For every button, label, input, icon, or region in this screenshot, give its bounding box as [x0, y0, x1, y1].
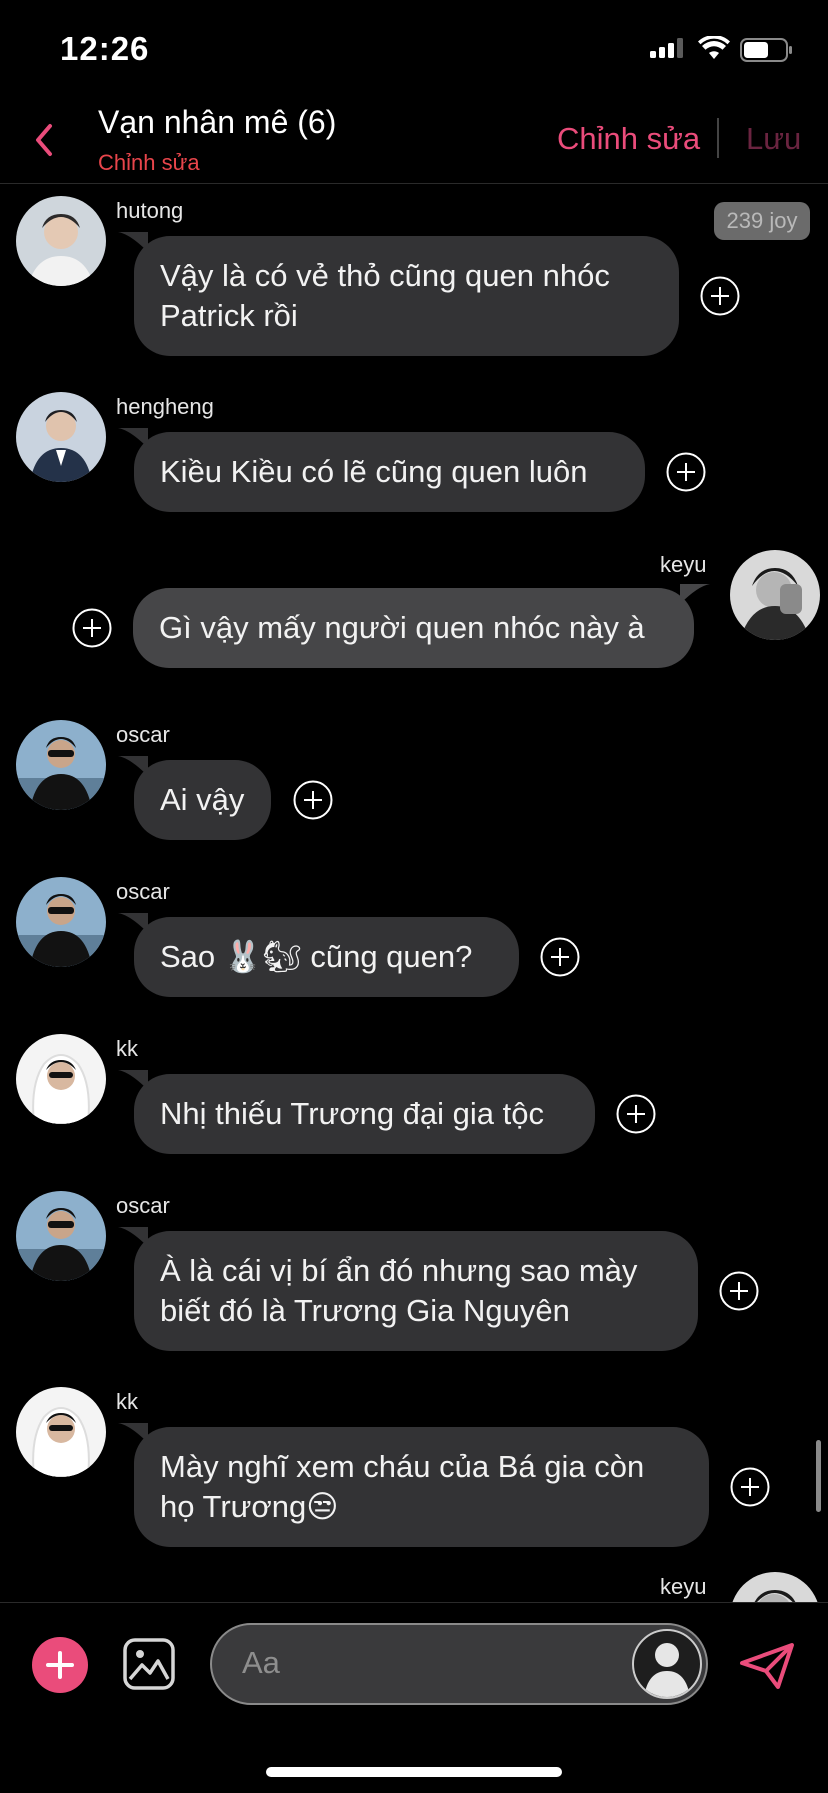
save-button[interactable]: Lưu [746, 121, 801, 157]
home-indicator[interactable] [266, 1767, 562, 1777]
chat-header: Vạn nhân mê (6) Chỉnh sửa Chỉnh sửa Lưu [0, 100, 828, 184]
message-bubble[interactable]: Gì vậy mấy người quen nhóc này à [133, 588, 694, 668]
sender-name: keyu [660, 1574, 707, 1599]
sender-name: kk [116, 1036, 138, 1061]
sender-name: oscar [116, 722, 170, 747]
plus-circle-icon[interactable] [719, 1271, 759, 1311]
status-bar: 12:26 [0, 0, 828, 100]
chat-title[interactable]: Vạn nhân mê (6) [98, 104, 336, 141]
plus-circle-icon[interactable] [730, 1467, 770, 1507]
message-bubble[interactable]: Mày nghĩ xem cháu của Bá gia còn họ Trươ… [134, 1427, 709, 1547]
edit-button[interactable]: Chỉnh sửa [557, 121, 700, 157]
joy-badge: 239 joy [714, 202, 810, 240]
sender-name: keyu [660, 552, 707, 577]
chat-subtitle[interactable]: Chỉnh sửa [98, 150, 200, 176]
message-bubble[interactable]: À là cái vị bí ẩn đó nhưng sao mày biết … [134, 1231, 698, 1351]
send-icon[interactable] [738, 1641, 796, 1691]
plus-circle-icon[interactable] [72, 608, 112, 648]
message-input[interactable]: Aa [210, 1623, 708, 1705]
sender-name: hengheng [116, 394, 214, 419]
message-bubble[interactable]: Vậy là có vẻ thỏ cũng quen nhóc Patrick … [134, 236, 679, 356]
message-bubble[interactable]: Nhị thiếu Trương đại gia tộc [134, 1074, 595, 1154]
avatar[interactable] [730, 550, 820, 640]
back-chevron-icon[interactable] [30, 120, 58, 160]
sender-name: oscar [116, 879, 170, 904]
image-icon[interactable] [122, 1637, 176, 1691]
plus-circle-icon[interactable] [293, 780, 333, 820]
message-bubble[interactable]: Sao 🐰🐿 cũng quen? [134, 917, 519, 997]
plus-circle-icon[interactable] [666, 452, 706, 492]
sender-name: kk [116, 1389, 138, 1414]
wifi-icon [698, 36, 730, 59]
input-placeholder: Aa [242, 1645, 280, 1680]
plus-circle-icon[interactable] [700, 276, 740, 316]
plus-circle-icon[interactable] [616, 1094, 656, 1134]
avatar[interactable] [16, 1034, 106, 1124]
message-list[interactable]: 239 joy hutong Vậy là có vẻ thỏ cũng que… [0, 184, 828, 1602]
scrollbar[interactable] [816, 1440, 821, 1512]
avatar[interactable] [16, 720, 106, 810]
plus-icon [46, 1651, 74, 1679]
avatar[interactable] [16, 1191, 106, 1281]
add-button[interactable] [32, 1637, 88, 1693]
composer-bar: Aa [0, 1602, 828, 1793]
divider [717, 118, 719, 158]
avatar[interactable] [16, 877, 106, 967]
status-time: 12:26 [60, 30, 150, 67]
signal-icon [650, 38, 683, 58]
avatar[interactable] [16, 1387, 106, 1477]
avatar[interactable] [16, 196, 106, 286]
sender-name: oscar [116, 1193, 170, 1218]
sender-name: hutong [116, 198, 184, 223]
plus-circle-icon[interactable] [540, 937, 580, 977]
avatar[interactable] [730, 1572, 820, 1602]
avatar[interactable] [16, 392, 106, 482]
battery-icon [740, 38, 792, 62]
profile-avatar-icon[interactable] [632, 1629, 702, 1699]
message-bubble[interactable]: Ai vậy [134, 760, 271, 840]
message-bubble[interactable]: Kiều Kiều có lẽ cũng quen luôn [134, 432, 645, 512]
